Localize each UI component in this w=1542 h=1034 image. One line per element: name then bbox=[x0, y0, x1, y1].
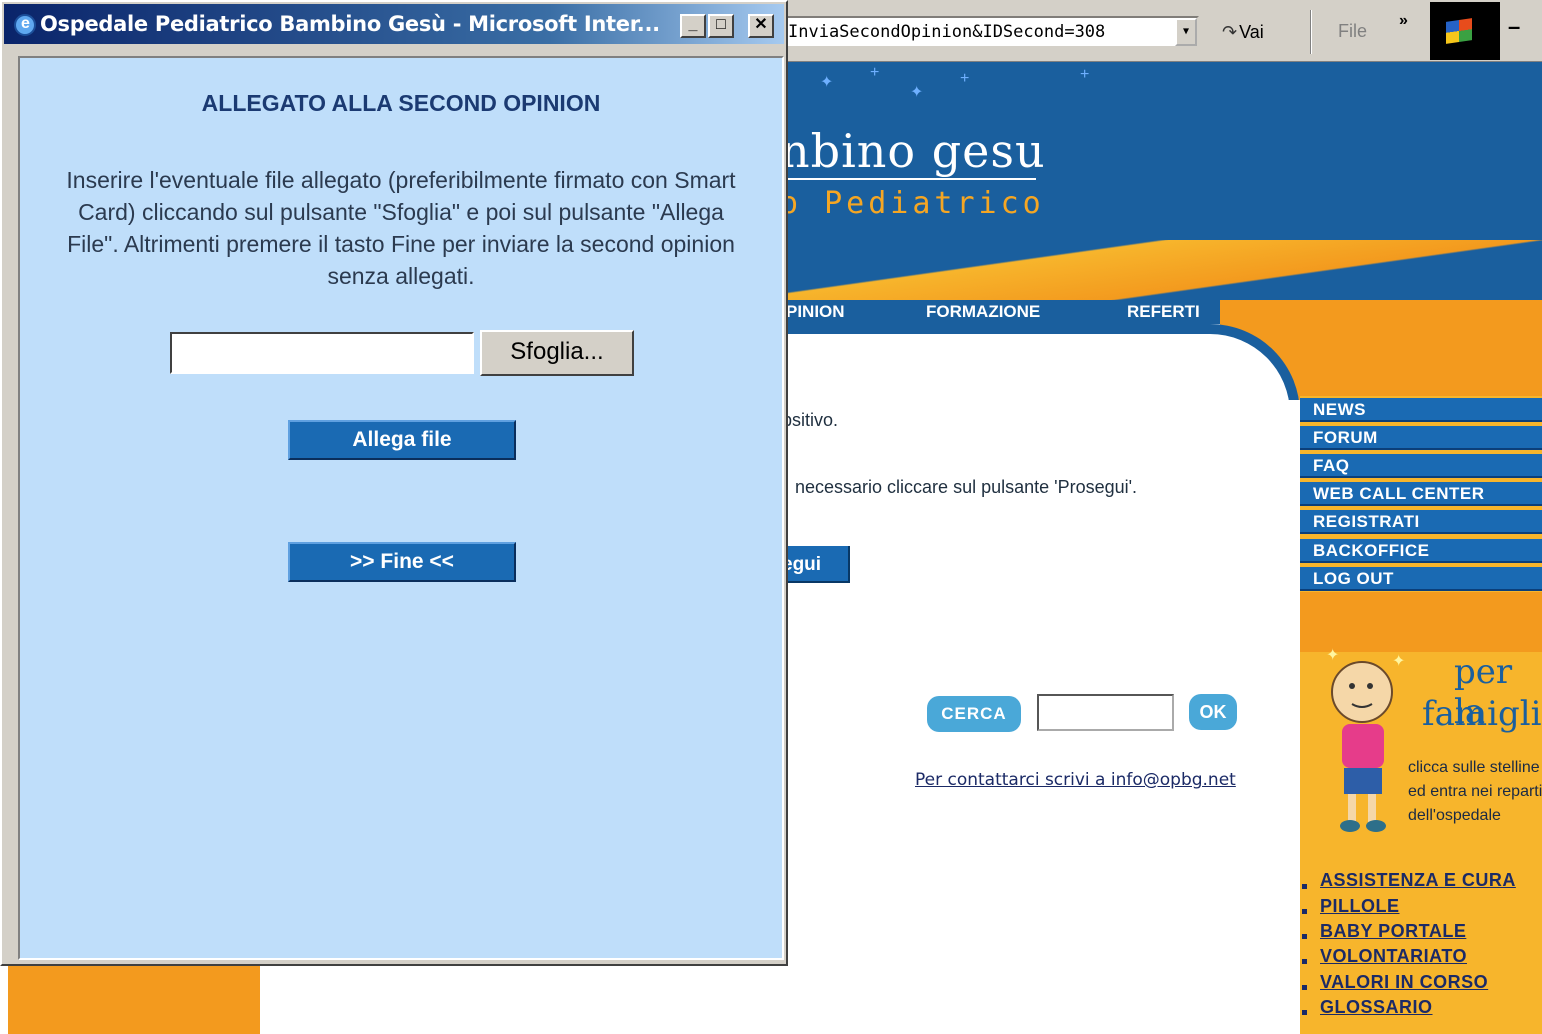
sidebar-divider bbox=[1300, 592, 1542, 652]
family-link-valori[interactable]: VALORI IN CORSO bbox=[1320, 972, 1488, 993]
popup-heading: ALLEGATO ALLA SECOND OPINION bbox=[201, 90, 601, 116]
family-link-pillole[interactable]: PILLOLE bbox=[1320, 896, 1400, 917]
logo-subtitle: o Pediatrico bbox=[780, 186, 1045, 221]
go-arrow-icon: ↷ bbox=[1222, 22, 1238, 42]
popup-window: e Ospedale Pediatrico Bambino Gesù - Mic… bbox=[0, 0, 788, 966]
internet-explorer-icon: e bbox=[14, 14, 36, 36]
prosegui-button[interactable]: egui bbox=[780, 546, 850, 583]
chevron-more-icon[interactable]: » bbox=[1399, 12, 1408, 30]
family-link-assistenza[interactable]: ASSISTENZA E CURA bbox=[1320, 870, 1516, 891]
family-link-glossario[interactable]: GLOSSARIO bbox=[1320, 997, 1433, 1018]
attach-file-button[interactable]: Allega file bbox=[288, 420, 516, 460]
close-button[interactable]: ✕ bbox=[748, 14, 774, 38]
address-dropdown-arrow-icon[interactable]: ▼ bbox=[1175, 18, 1197, 46]
bullet-icon bbox=[1302, 909, 1307, 914]
svg-text:✦: ✦ bbox=[1326, 647, 1339, 664]
famiglia-title: famiglia bbox=[1422, 694, 1542, 734]
logo-text: nbino gesu bbox=[780, 124, 1046, 178]
windows-logo bbox=[1430, 2, 1500, 60]
famiglia-description: clicca sulle stelline ed entra nei repar… bbox=[1408, 759, 1542, 824]
sidebar-item-forum[interactable]: FORUM bbox=[1300, 426, 1542, 450]
popup-titlebar[interactable]: e Ospedale Pediatrico Bambino Gesù - Mic… bbox=[4, 4, 784, 44]
content-text-line: psitivo. bbox=[782, 410, 839, 430]
windows-flag-icon bbox=[1446, 18, 1472, 44]
nav-item-referti[interactable]: REFERTI bbox=[1127, 300, 1200, 324]
go-button[interactable]: ↷ Vai bbox=[1212, 14, 1294, 50]
sidebar-item-backoffice[interactable]: BACKOFFICE bbox=[1300, 539, 1542, 563]
address-bar[interactable]: InviaSecondOpinion&IDSecond=308 ▼ bbox=[784, 16, 1199, 48]
star-swoosh-decoration bbox=[780, 240, 1542, 302]
bullet-icon bbox=[1302, 884, 1307, 889]
sidebar-item-registrati[interactable]: REGISTRATI bbox=[1300, 510, 1542, 534]
site-header: ✦ + ✦ + + nbino gesu o Pediatrico bbox=[780, 62, 1542, 302]
sidebar-item-web-call-center[interactable]: WEB CALL CENTER bbox=[1300, 482, 1542, 506]
svg-text:✦: ✦ bbox=[1392, 653, 1405, 670]
popup-content: ALLEGATO ALLA SECOND OPINION Inserire l'… bbox=[18, 56, 784, 960]
star-icon: + bbox=[870, 64, 880, 81]
sidebar-item-news[interactable]: NEWS bbox=[1300, 398, 1542, 422]
window-title: Ospedale Pediatrico Bambino Gesù - Micro… bbox=[40, 12, 660, 36]
finish-button[interactable]: >> Fine << bbox=[288, 542, 516, 582]
sidebar-item-log-out[interactable]: LOG OUT bbox=[1300, 567, 1542, 591]
file-path-input[interactable] bbox=[170, 332, 474, 374]
popup-instructions: Inserire l'eventuale file allegato (pref… bbox=[66, 167, 736, 289]
bullet-icon bbox=[1302, 985, 1307, 990]
go-label: Vai bbox=[1239, 22, 1264, 42]
child-illustration-icon[interactable]: ✦ ✦ bbox=[1318, 646, 1408, 836]
minimize-button[interactable]: _ bbox=[680, 14, 706, 38]
star-icon: + bbox=[1080, 66, 1090, 83]
menu-file[interactable]: File bbox=[1338, 16, 1367, 46]
toolbar-separator bbox=[1310, 10, 1312, 54]
address-text: InviaSecondOpinion&IDSecond=308 bbox=[788, 22, 1106, 42]
star-icon: + bbox=[960, 70, 970, 87]
logo-underline bbox=[780, 178, 1036, 180]
browse-button[interactable]: Sfoglia... bbox=[480, 330, 634, 376]
star-icon: ✦ bbox=[910, 84, 924, 101]
family-link-baby-portale[interactable]: BABY PORTALE bbox=[1320, 921, 1466, 942]
top-nav: PINION FORMAZIONE REFERTI bbox=[780, 300, 1220, 324]
right-sidebar: NEWS FORUM FAQ WEB CALL CENTER REGISTRAT… bbox=[1300, 396, 1542, 1034]
family-link-volontariato[interactable]: VOLONTARIATO bbox=[1320, 946, 1467, 967]
minimize-dash-icon[interactable]: – bbox=[1508, 14, 1520, 40]
sidebar-item-faq[interactable]: FAQ bbox=[1300, 454, 1542, 478]
nav-item-second-opinion[interactable]: PINION bbox=[786, 300, 845, 324]
content-text-line: necessario cliccare sul pulsante 'Proseg… bbox=[795, 477, 1138, 497]
orange-footer-block bbox=[8, 966, 260, 1034]
search-input[interactable] bbox=[1037, 694, 1174, 731]
nav-item-formazione[interactable]: FORMAZIONE bbox=[926, 300, 1040, 324]
star-icon: ✦ bbox=[820, 74, 834, 91]
maximize-button[interactable]: □ bbox=[708, 14, 734, 38]
search-label: CERCA bbox=[927, 696, 1021, 732]
search-ok-button[interactable]: OK bbox=[1189, 694, 1237, 730]
bullet-icon bbox=[1302, 959, 1307, 964]
contact-email-link[interactable]: Per contattarci scrivi a info@opbg.net bbox=[915, 770, 1236, 790]
bullet-icon bbox=[1302, 1010, 1307, 1015]
bullet-icon bbox=[1302, 934, 1307, 939]
